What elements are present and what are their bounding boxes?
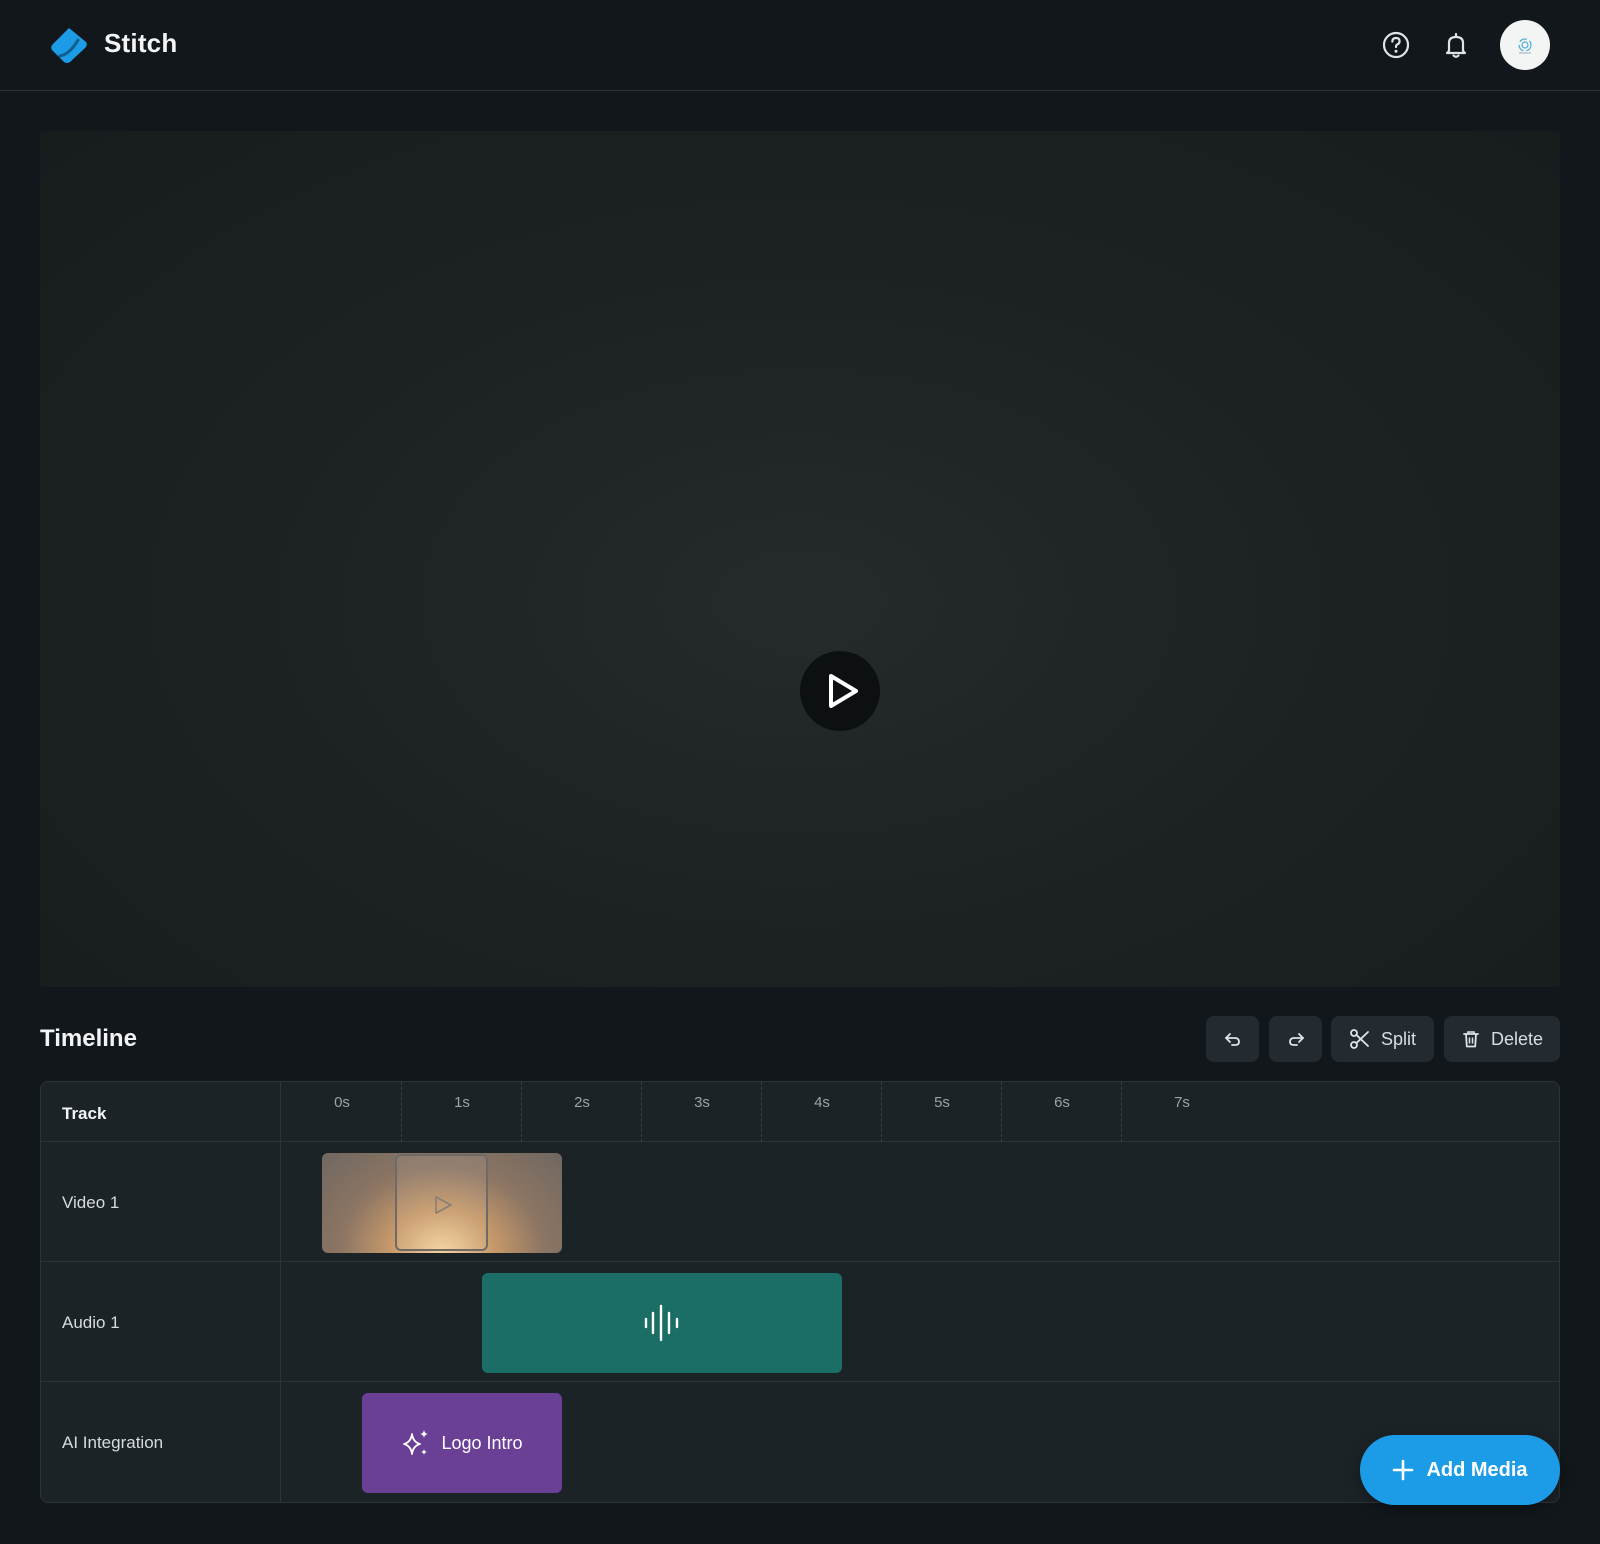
track-column-header: Track xyxy=(62,1104,107,1123)
top-bar: Stitch xyxy=(0,0,1600,91)
audio-clip[interactable] xyxy=(482,1273,842,1373)
sparkle-icon xyxy=(403,1430,429,1455)
app-title: Stitch xyxy=(104,28,178,58)
ruler-gridline xyxy=(1121,1082,1122,1142)
trash-icon xyxy=(1463,1031,1479,1048)
ruler-gridline xyxy=(401,1082,402,1142)
ruler-gridline xyxy=(1001,1082,1002,1142)
plus-icon xyxy=(1393,1459,1414,1481)
track-label-audio-1: Audio 1 xyxy=(62,1313,120,1332)
play-icon xyxy=(829,674,858,708)
ruler-gridline xyxy=(641,1082,642,1142)
avatar[interactable] xyxy=(1500,20,1550,70)
ruler-gridline xyxy=(521,1082,522,1142)
waveform-icon xyxy=(644,1304,679,1342)
video-preview[interactable] xyxy=(40,131,1560,987)
video-clip[interactable] xyxy=(322,1153,562,1253)
bell-icon[interactable] xyxy=(1440,29,1472,61)
ruler-tick-1s: 1s xyxy=(454,1094,470,1111)
redo-icon xyxy=(1288,1033,1304,1046)
play-button[interactable] xyxy=(800,651,880,731)
video-thumbnail xyxy=(395,1154,488,1251)
help-icon[interactable] xyxy=(1380,29,1412,61)
avatar-fingerprint-icon xyxy=(1518,38,1532,54)
delete-label: Delete xyxy=(1490,1028,1544,1049)
ruler-gridline xyxy=(761,1082,762,1142)
ruler-tick-0s: 0s xyxy=(334,1094,350,1111)
delete-button[interactable]: Delete xyxy=(1444,1016,1560,1062)
ruler-tick-3s: 3s xyxy=(694,1094,710,1111)
split-label: Split xyxy=(1380,1028,1416,1049)
ruler-tick-2s: 2s xyxy=(574,1094,590,1111)
ruler-gridline xyxy=(881,1082,882,1142)
track-label-ai-integration: AI Integration xyxy=(62,1433,164,1452)
ai-clip[interactable]: Logo Intro xyxy=(362,1393,562,1493)
undo-button[interactable] xyxy=(1206,1016,1259,1062)
redo-button[interactable] xyxy=(1269,1016,1322,1062)
ruler-tick-6s: 6s xyxy=(1054,1094,1070,1111)
ruler-divider xyxy=(41,1141,1559,1142)
add-media-label: Add Media xyxy=(1426,1458,1528,1481)
ai-clip-label: Logo Intro xyxy=(441,1432,523,1453)
stitch-logo-icon xyxy=(51,28,87,63)
timeline-title: Timeline xyxy=(40,1025,137,1052)
ruler-tick-4s: 4s xyxy=(814,1094,830,1111)
row-divider xyxy=(41,1261,1559,1262)
ruler-tick-7s: 7s xyxy=(1174,1094,1190,1111)
undo-icon xyxy=(1224,1033,1240,1046)
timeline-panel: Track Video 1 Audio 1 AI Integration 0s … xyxy=(40,1081,1560,1503)
row-divider xyxy=(41,1381,1559,1382)
ruler-tick-5s: 5s xyxy=(934,1094,950,1111)
split-button[interactable]: Split xyxy=(1331,1016,1434,1062)
track-label-video-1: Video 1 xyxy=(62,1193,120,1212)
play-icon xyxy=(435,1196,452,1214)
add-media-button[interactable]: Add Media xyxy=(1360,1435,1560,1505)
scissors-icon xyxy=(1350,1029,1369,1049)
